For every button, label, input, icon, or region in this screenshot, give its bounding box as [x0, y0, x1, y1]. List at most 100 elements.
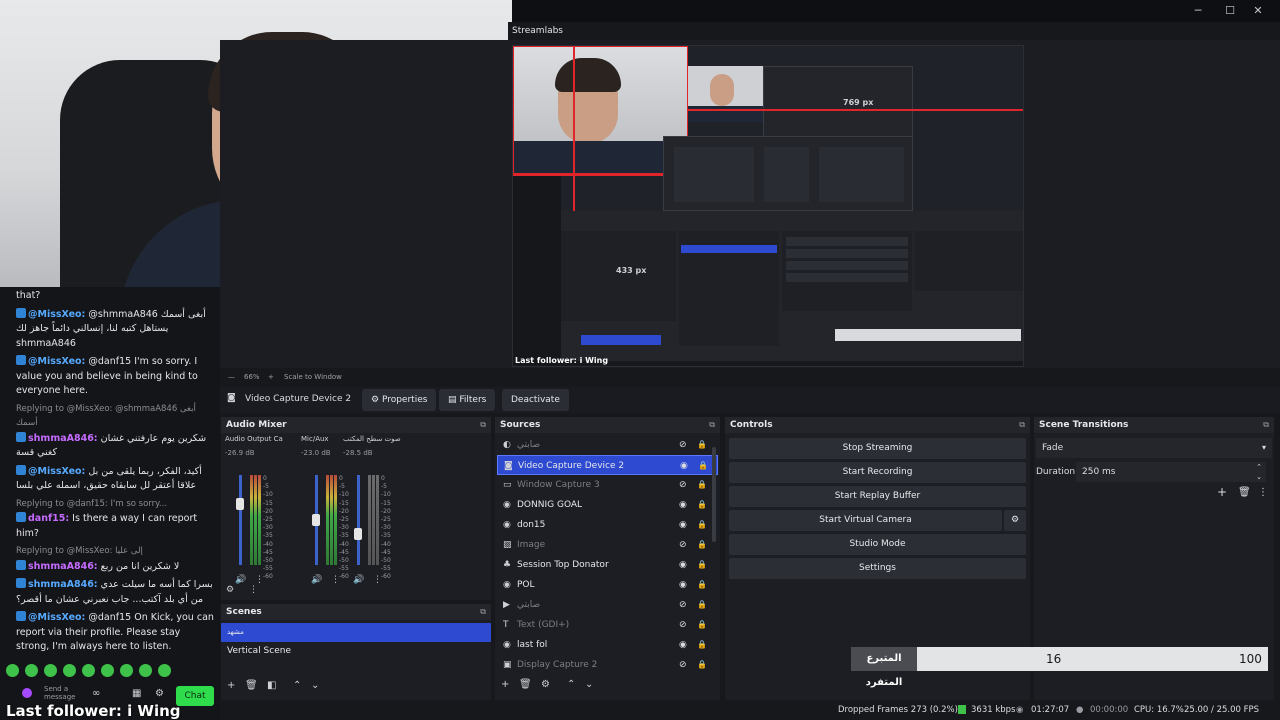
filters-button[interactable]: ▤ Filters — [439, 389, 496, 411]
dock-options-icon[interactable]: ⧉ — [1263, 417, 1269, 433]
lock-icon[interactable]: 🔒 — [697, 555, 707, 575]
eye-icon[interactable]: ◉ — [679, 555, 687, 575]
emote-icon[interactable] — [101, 664, 114, 677]
chat-username[interactable]: @MissXeo: — [28, 466, 85, 477]
chat-input[interactable]: Send a message — [44, 685, 78, 701]
transition-select[interactable]: Fade ▾ — [1036, 438, 1272, 458]
trash-icon[interactable]: 🗑 — [245, 680, 258, 691]
dock-options-icon[interactable]: ⧉ — [480, 417, 486, 433]
emote-icon[interactable] — [158, 664, 171, 677]
zoom-out-icon[interactable]: — — [228, 373, 235, 381]
start-virtual-camera-button[interactable]: Start Virtual Camera — [729, 510, 1002, 531]
eye-off-icon[interactable]: ⊘ — [679, 595, 687, 615]
lock-icon[interactable]: 🔒 — [697, 575, 707, 595]
lock-icon[interactable]: 🔒 — [697, 435, 707, 455]
source-item[interactable]: ▶ صابتي ⊘ 🔒 — [497, 595, 718, 615]
volume-slider-knob[interactable] — [312, 514, 320, 526]
dock-options-icon[interactable]: ⧉ — [480, 604, 486, 620]
minimize-icon[interactable]: ─ — [1184, 2, 1212, 20]
zoom-in-icon[interactable]: + — [268, 373, 274, 381]
volume-slider-knob[interactable] — [236, 497, 244, 510]
chat-username[interactable]: @MissXeo: — [28, 309, 85, 320]
start-recording-button[interactable]: Start Recording — [729, 462, 1026, 483]
move-up-icon[interactable]: ⌃ — [567, 679, 575, 690]
eye-off-icon[interactable]: ⊘ — [679, 535, 687, 555]
emote-icon[interactable] — [139, 664, 152, 677]
source-item[interactable]: ◉ don15 ◉ 🔒 — [497, 515, 718, 535]
lock-icon[interactable]: 🔒 — [697, 595, 707, 615]
lock-icon[interactable]: 🔒 — [697, 495, 707, 515]
channel-menu-icon[interactable]: ⋮ — [331, 575, 340, 585]
emote-icon[interactable] — [63, 664, 76, 677]
dock-options-icon[interactable]: ⧉ — [1019, 417, 1025, 433]
stream-preview[interactable]: 769 px 433 px Last follower: i Wing — [512, 45, 1024, 367]
eye-off-icon[interactable]: ⊘ — [679, 655, 687, 675]
chat-username[interactable]: shmmaA846: — [28, 433, 98, 444]
channel-menu-icon[interactable]: ⋮ — [255, 575, 264, 585]
virtual-camera-settings-icon[interactable]: ⚙ — [1004, 510, 1026, 531]
lock-icon[interactable]: 🔒 — [697, 635, 707, 655]
channel-menu-icon[interactable]: ⋮ — [373, 575, 382, 585]
lock-icon[interactable]: 🔒 — [697, 535, 707, 555]
source-item[interactable]: ▣ Display Capture 2 ⊘ 🔒 — [497, 655, 718, 675]
eye-icon[interactable]: ◉ — [680, 456, 688, 476]
lock-icon[interactable]: 🔒 — [697, 655, 707, 675]
volume-slider[interactable] — [357, 475, 360, 565]
eye-off-icon[interactable]: ⊘ — [679, 615, 687, 635]
source-item[interactable]: ◉ POL ◉ 🔒 — [497, 575, 718, 595]
trash-icon[interactable]: 🗑 — [519, 679, 532, 690]
chat-send-button[interactable]: Chat — [176, 686, 214, 706]
scene-item[interactable]: مشهد — [221, 623, 491, 642]
lock-icon[interactable]: 🔒 — [697, 615, 707, 635]
lock-icon[interactable]: 🔒 — [698, 456, 708, 476]
scale-mode[interactable]: Scale to Window — [284, 373, 342, 381]
deactivate-button[interactable]: Deactivate — [502, 389, 569, 411]
add-icon[interactable]: + — [501, 679, 509, 690]
chat-username[interactable]: @MissXeo: — [28, 612, 85, 623]
emote-picker-icon[interactable]: ∞ — [92, 688, 100, 699]
source-item[interactable]: ▨ Image ⊘ 🔒 — [497, 535, 718, 555]
studio-mode-button[interactable]: Studio Mode — [729, 534, 1026, 555]
eye-off-icon[interactable]: ⊘ — [679, 435, 687, 455]
source-item[interactable]: ◉ DONNIG GOAL ◉ 🔒 — [497, 495, 718, 515]
mixer-settings-icon[interactable]: ⚙ — [226, 585, 234, 595]
trash-icon[interactable]: 🗑 — [1238, 487, 1251, 498]
mixer-menu-icon[interactable]: ⋮ — [249, 585, 258, 595]
source-item[interactable]: ◉ last fol ◉ 🔒 — [497, 635, 718, 655]
source-item[interactable]: ▭ Window Capture 3 ⊘ 🔒 — [497, 475, 718, 495]
source-item[interactable]: T Text (GDI+) ⊘ 🔒 — [497, 615, 718, 635]
volume-slider[interactable] — [239, 475, 242, 565]
eye-icon[interactable]: ◉ — [679, 515, 687, 535]
settings-icon[interactable]: ⚙ — [155, 688, 164, 699]
move-down-icon[interactable]: ⌄ — [311, 680, 319, 691]
emote-icon[interactable] — [44, 664, 57, 677]
stop-streaming-button[interactable]: Stop Streaming — [729, 438, 1026, 459]
speaker-icon[interactable]: 🔊 — [235, 575, 246, 585]
source-item[interactable]: ◐ صابتي ⊘ 🔒 — [497, 435, 718, 455]
menu-icon[interactable]: ⋮ — [1258, 487, 1268, 498]
stepper-icon[interactable]: ⌃ ⌄ — [1256, 462, 1262, 482]
volume-slider-knob[interactable] — [354, 527, 362, 540]
eye-off-icon[interactable]: ⊘ — [679, 475, 687, 495]
chat-username[interactable]: shmmaA846: — [28, 579, 98, 590]
gift-icon[interactable]: ▦ — [132, 688, 141, 699]
close-icon[interactable]: ✕ — [1244, 2, 1272, 20]
lock-icon[interactable]: 🔒 — [697, 515, 707, 535]
source-item[interactable]: ♣ Session Top Donator ◉ 🔒 — [497, 555, 718, 575]
eye-icon[interactable]: ◉ — [679, 575, 687, 595]
add-icon[interactable]: + — [227, 680, 235, 691]
speaker-icon[interactable]: 🔊 — [353, 575, 364, 585]
add-icon[interactable]: + — [1217, 485, 1227, 499]
settings-button[interactable]: Settings — [729, 558, 1026, 579]
move-up-icon[interactable]: ⌃ — [293, 680, 301, 691]
chat-username[interactable]: shmmaA846: — [28, 561, 98, 572]
scene-item[interactable]: Vertical Scene — [221, 642, 491, 661]
chat-username[interactable]: danf15: — [28, 513, 69, 524]
source-item[interactable]: ◙ Video Capture Device 2 ◉ 🔒 — [497, 455, 718, 475]
scrollbar[interactable] — [712, 447, 716, 542]
emote-icon[interactable] — [6, 664, 19, 677]
maximize-icon[interactable]: ☐ — [1216, 2, 1244, 20]
gear-icon[interactable]: ⚙ — [541, 679, 550, 690]
eye-icon[interactable]: ◉ — [679, 635, 687, 655]
dock-options-icon[interactable]: ⧉ — [709, 417, 715, 433]
